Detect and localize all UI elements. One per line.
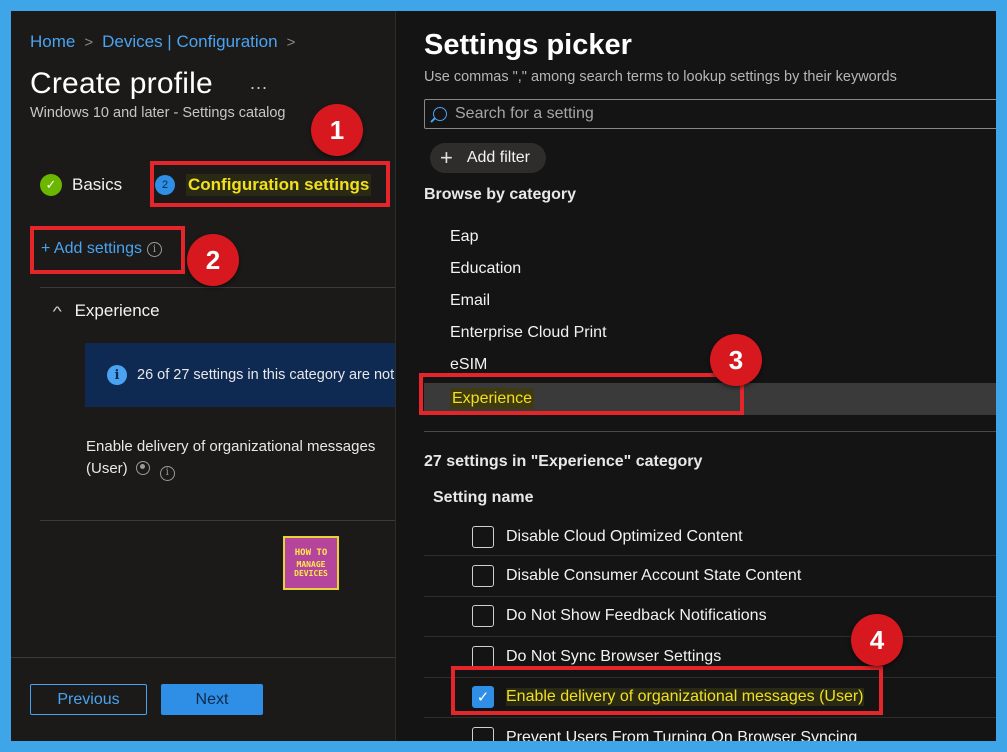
search-placeholder: Search for a setting bbox=[455, 105, 594, 122]
info-icon[interactable]: i bbox=[159, 465, 175, 481]
checkmark-circle-icon: ✓ bbox=[40, 174, 62, 196]
setting-label: Do Not Show Feedback Notifications bbox=[506, 607, 767, 625]
previous-button[interactable]: Previous bbox=[30, 684, 147, 715]
configured-setting-label: Enable delivery of organizational messag… bbox=[86, 438, 376, 477]
search-icon bbox=[433, 107, 447, 121]
category-item[interactable]: Education bbox=[424, 253, 996, 285]
annotation-box-add-settings bbox=[30, 226, 185, 274]
setting-row[interactable]: Disable Consumer Account State Content bbox=[424, 556, 996, 597]
category-item[interactable]: Email bbox=[424, 285, 996, 317]
breadcrumb-devices-configuration[interactable]: Devices | Configuration bbox=[102, 32, 277, 52]
user-scope-icon bbox=[135, 461, 150, 475]
logo-text-bottom: MANAGE DEVICES bbox=[294, 560, 328, 578]
chevron-up-icon: ^ bbox=[52, 303, 62, 319]
setting-label: Disable Cloud Optimized Content bbox=[506, 528, 743, 545]
category-item[interactable]: Enterprise Cloud Print bbox=[424, 317, 996, 349]
annotation-box-experience bbox=[419, 373, 744, 415]
chevron-right-icon: > bbox=[286, 33, 296, 51]
setting-checkbox[interactable] bbox=[472, 645, 494, 668]
plus-icon: + bbox=[440, 145, 453, 170]
setting-checkbox[interactable] bbox=[472, 564, 494, 587]
add-filter-label: Add filter bbox=[466, 149, 530, 166]
browse-by-category-label: Browse by category bbox=[424, 186, 577, 203]
breadcrumb: Home > Devices | Configuration > bbox=[30, 32, 295, 52]
app-frame: Home > Devices | Configuration > Create … bbox=[11, 11, 996, 741]
annotation-badge-1: 1 bbox=[311, 104, 363, 156]
setting-row[interactable]: Disable Cloud Optimized Content bbox=[424, 519, 996, 556]
setting-checkbox[interactable] bbox=[472, 605, 494, 628]
next-button[interactable]: Next bbox=[161, 684, 263, 715]
chevron-right-icon: > bbox=[84, 33, 94, 51]
settings-picker-title: Settings picker bbox=[424, 29, 632, 61]
settings-picker-description: Use commas "," among search terms to loo… bbox=[424, 69, 897, 85]
category-item[interactable]: Eap bbox=[424, 221, 996, 253]
step-basics-label: Basics bbox=[72, 175, 123, 194]
annotation-box-enable-delivery bbox=[451, 666, 883, 715]
page-subtitle: Windows 10 and later - Settings catalog bbox=[30, 105, 286, 121]
search-setting-input[interactable]: Search for a setting bbox=[424, 99, 996, 129]
setting-row[interactable]: Do Not Show Feedback Notifications bbox=[424, 597, 996, 637]
logo-text-top: HOW TO bbox=[294, 548, 328, 558]
howto-manage-devices-logo: HOW TO MANAGE DEVICES bbox=[283, 536, 339, 590]
info-banner-text: 26 of 27 settings in this category are n… bbox=[137, 367, 395, 383]
divider bbox=[40, 520, 395, 521]
footer-divider bbox=[11, 657, 395, 658]
category-count-label: 27 settings in "Experience" category bbox=[424, 453, 703, 470]
annotation-badge-3: 3 bbox=[710, 334, 762, 386]
info-filled-icon: i bbox=[107, 365, 127, 385]
step-basics[interactable]: ✓ Basics bbox=[40, 174, 122, 196]
more-options-icon[interactable]: ... bbox=[250, 73, 268, 94]
annotation-box-configuration-settings bbox=[150, 161, 390, 207]
setting-label: Do Not Sync Browser Settings bbox=[506, 647, 722, 665]
divider bbox=[40, 287, 395, 288]
info-banner: i 26 of 27 settings in this category are… bbox=[85, 343, 395, 407]
setting-name-column-header: Setting name bbox=[433, 489, 534, 506]
annotation-badge-4: 4 bbox=[851, 614, 903, 666]
annotation-badge-2: 2 bbox=[187, 234, 239, 286]
breadcrumb-home[interactable]: Home bbox=[30, 32, 75, 52]
configured-setting: Enable delivery of organizational messag… bbox=[86, 436, 376, 481]
setting-label: Disable Consumer Account State Content bbox=[506, 566, 802, 584]
experience-section-header[interactable]: ^ Experience bbox=[52, 301, 160, 321]
setting-checkbox[interactable] bbox=[472, 726, 494, 741]
divider bbox=[424, 431, 996, 432]
experience-section-label: Experience bbox=[74, 301, 160, 320]
setting-checkbox[interactable] bbox=[472, 526, 494, 548]
add-filter-button[interactable]: + Add filter bbox=[430, 143, 546, 173]
page-title: Create profile bbox=[30, 67, 213, 100]
setting-row[interactable]: Prevent Users From Turning On Browser Sy… bbox=[424, 718, 996, 741]
setting-label: Prevent Users From Turning On Browser Sy… bbox=[506, 728, 858, 741]
